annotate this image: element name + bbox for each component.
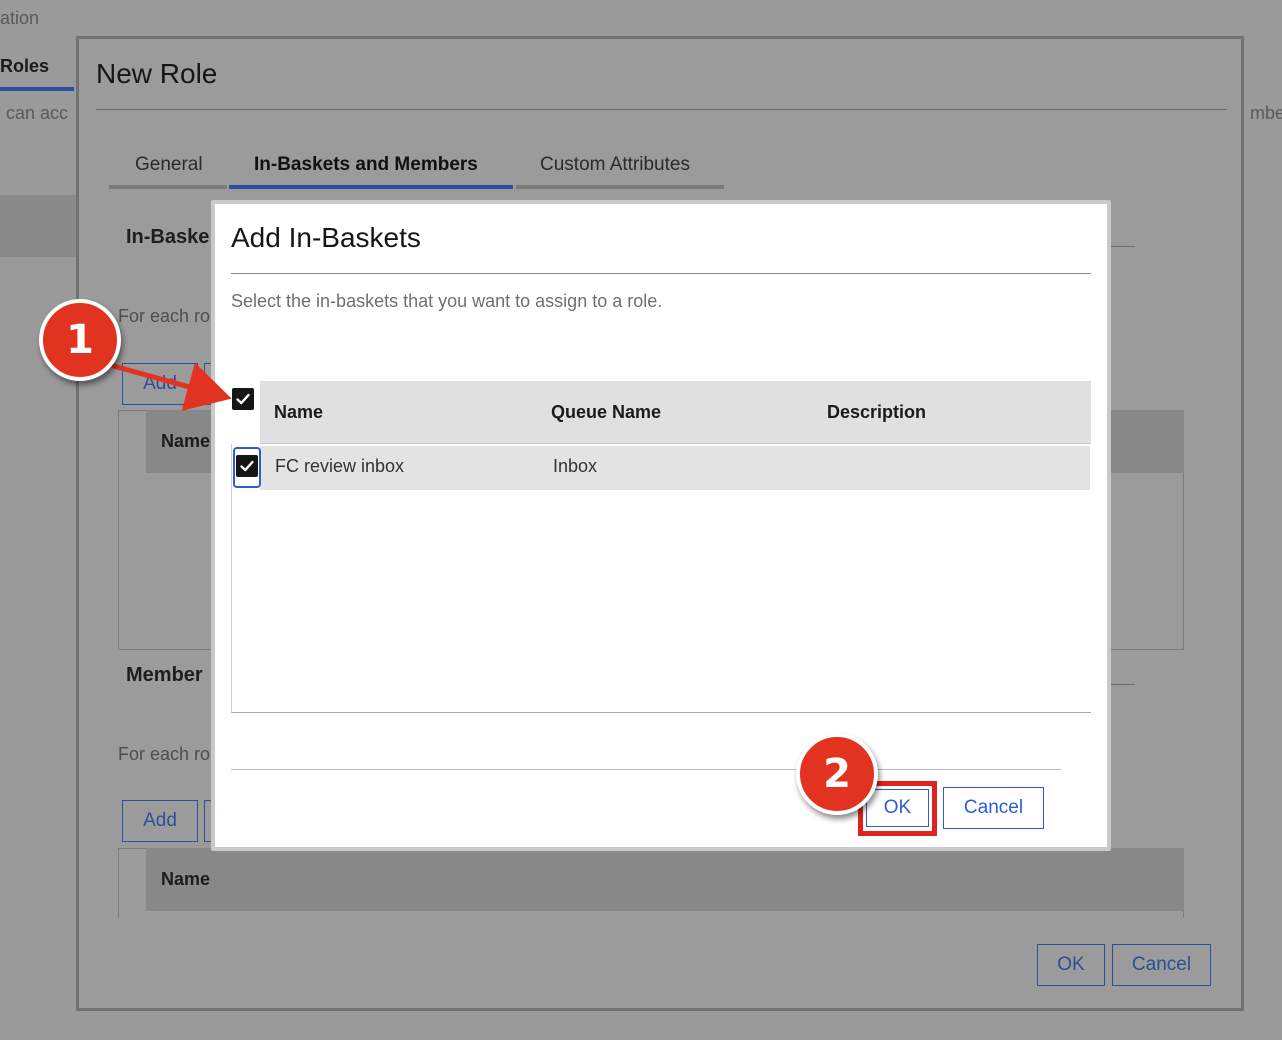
callout-badge-1: 1 bbox=[39, 299, 121, 381]
callout-arrow bbox=[109, 362, 232, 411]
callout-badge-2: 2 bbox=[796, 733, 878, 815]
